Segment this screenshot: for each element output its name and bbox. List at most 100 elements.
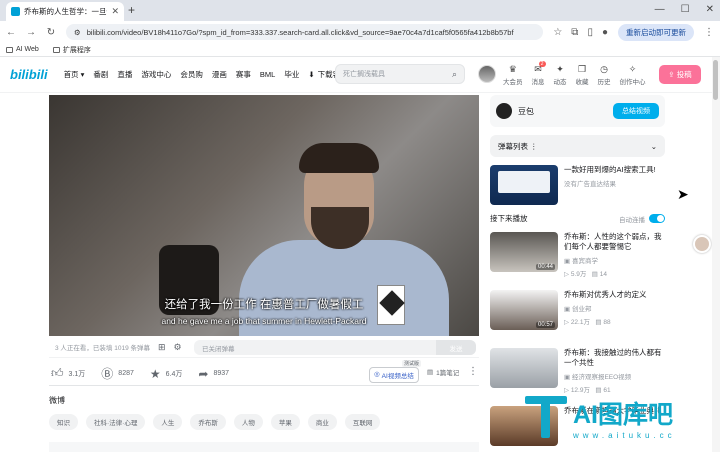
bookmark-star-icon[interactable]: ☆ (553, 27, 562, 38)
list-item[interactable]: 00:57 乔布斯对优秀人才的定义 ▣ 创业邦 ▷ 22.1万 ▤ 88 (490, 290, 665, 340)
tag-list: 知识 社科·法律·心理 人生 乔布斯 人物 苹果 商业 互联网 (49, 414, 381, 430)
new-tab-icon[interactable]: + (128, 3, 135, 17)
list-item[interactable]: 00:44 乔布斯：人性的这个弱点，我们每个人都要警惕它 ▣ 喜宾商学 ▷ 5.… (490, 232, 665, 282)
maximize-icon[interactable]: ☐ (681, 4, 690, 15)
hair-shape (299, 143, 379, 173)
rec-author: ▣ 创业邦 (564, 306, 592, 313)
bookmark-ai-web[interactable]: AI Web (6, 46, 39, 53)
minimize-icon[interactable]: — (655, 4, 665, 15)
bookmark-extensions[interactable]: 扩展程序 (52, 45, 91, 55)
summarize-video-button[interactable]: 总结视频 (613, 103, 659, 119)
share-button[interactable]: ➦ 8937 (198, 367, 229, 381)
mouse-cursor-icon: ➤ (677, 186, 689, 202)
messages-link[interactable]: ✉ 2 消息 (532, 61, 546, 86)
puzzle-icon (52, 46, 60, 53)
doubao-assistant-card: 豆包 总结视频 (490, 95, 665, 127)
danmaku-settings-icon[interactable]: ⚙ (174, 342, 182, 353)
browser-tab[interactable]: 乔布斯的人生哲学：一旦你意 ✕ (6, 2, 124, 21)
danmaku-toggle-icon[interactable]: ⊞ (158, 342, 166, 353)
bilibili-logo[interactable]: bilibili (10, 67, 48, 82)
next-up-row: 接下来播放 自动连播 (490, 213, 665, 224)
video-thumbnail: 00:57 (490, 290, 558, 330)
tag-item[interactable]: 乔布斯 (190, 414, 226, 430)
close-tab-icon[interactable]: ✕ (111, 6, 119, 17)
aituku-logo-icon (525, 395, 567, 440)
rec-title: 乔布斯：我接触过的伟人都有一个共性 (564, 348, 662, 367)
reload-icon[interactable]: ↻ (46, 27, 56, 38)
coin-button[interactable]: Ⓑ 8287 (101, 365, 134, 382)
relaunch-update-button[interactable]: 重新启动即可更新 (618, 23, 694, 41)
user-avatar[interactable] (478, 65, 496, 83)
wind-icon: ✦ (556, 64, 564, 74)
danmaku-input[interactable]: 已关闭弹幕 发送 (194, 340, 476, 355)
creator-center-link[interactable]: ✧ 创作中心 (620, 64, 646, 86)
tag-item[interactable]: 商业 (307, 414, 337, 430)
ad-card[interactable]: 一款好用到爆的AI搜索工具! 没有广告直达结果 (490, 165, 665, 205)
rec-stats: ▷ 22.1万 ▤ 88 (564, 319, 611, 326)
tag-item[interactable]: 知识 (49, 414, 78, 430)
video-player[interactable]: 还给了我一份工作 在惠普工厂做暑假工 and he gave me a job … (49, 95, 479, 336)
vip-link[interactable]: ♛ 大会员 (503, 64, 523, 86)
danmaku-bar: 3 人正在看，已装填 1019 条弹幕 ⊞ ⚙ 已关闭弹幕 发送 (49, 337, 479, 358)
dynamics-link[interactable]: ✦ 动态 (554, 64, 567, 86)
message-badge: 2 (538, 61, 546, 67)
tag-item[interactable]: 社科·法律·心理 (86, 414, 146, 430)
video-action-toolbar: 👍︎ 3.1万 Ⓑ 8287 ★ 6.4万 ➦ 8937 ◎ AI视频总结 测试版 ▤ 1篇… (49, 360, 479, 386)
history-link[interactable]: ◷ 历史 (598, 64, 611, 86)
tag-item[interactable]: 苹果 (270, 414, 300, 430)
toolbar-icons: ☆ ⧉ ▯ ● (553, 27, 608, 38)
extensions-icon[interactable]: ⧉ (571, 27, 578, 38)
rec-author: ▣ 喜宾商学 (564, 258, 598, 265)
url-field[interactable]: ⚙ bilibili.com/video/BV18h411o7Go/?spm_i… (66, 24, 544, 40)
sidepanel-icon[interactable]: ▯ (587, 27, 593, 38)
thumbs-up-icon: 👍︎ (51, 366, 64, 380)
favorites-link[interactable]: ❒ 收藏 (576, 64, 589, 86)
tag-item[interactable]: 人物 (233, 414, 263, 430)
favorite-button[interactable]: ★ 6.4万 (150, 367, 183, 381)
nav-mall[interactable]: 会员购 (180, 69, 203, 80)
subtitle-english: and he gave me a job that summer in Hewl… (161, 316, 367, 326)
nav-esports[interactable]: 赛事 (236, 69, 251, 80)
back-icon[interactable]: ← (6, 27, 16, 38)
bilibili-favicon-icon (11, 7, 20, 16)
folder-icon (6, 46, 13, 53)
share-arrow-icon: ➦ (198, 366, 209, 381)
notes-button[interactable]: ▤ 1篇笔记 (427, 367, 459, 377)
note-icon: ▤ (427, 369, 434, 376)
danmaku-send-button[interactable]: 发送 (436, 340, 476, 355)
nav-live[interactable]: 直播 (117, 69, 132, 80)
menu-icon[interactable]: ⋮ (704, 27, 714, 38)
ai-summary-button[interactable]: ◎ AI视频总结 (369, 367, 419, 383)
scrollbar-thumb[interactable] (713, 60, 718, 100)
search-input[interactable]: 死亡搁浅载具 ⌕ (335, 64, 465, 84)
watermark-url: www.aituku.cc (573, 431, 676, 440)
autoplay-toggle[interactable]: 自动连播 (619, 214, 665, 224)
tag-item[interactable]: 人生 (153, 414, 183, 430)
nav-manga[interactable]: 漫画 (212, 69, 227, 80)
floating-avatar[interactable] (693, 235, 711, 253)
coin-icon: Ⓑ (101, 367, 114, 381)
nav-anime[interactable]: 番剧 (93, 69, 108, 80)
nav-games[interactable]: 游戏中心 (141, 69, 171, 80)
folder-star-icon: ❒ (577, 64, 587, 74)
clock-icon: ◷ (600, 64, 608, 74)
nav-graduation[interactable]: 毕业 (284, 69, 299, 80)
upload-button[interactable]: ⇪ 投稿 (659, 65, 701, 84)
tag-item[interactable]: 互联网 (344, 414, 381, 430)
chevron-down-icon: ⌄ (650, 141, 657, 151)
more-options-icon[interactable]: ⋮ (468, 366, 478, 377)
close-window-icon[interactable]: ✕ (706, 4, 714, 15)
nav-home[interactable]: 首页 ▾ (64, 69, 85, 80)
forward-icon[interactable]: → (26, 27, 36, 38)
comment-area (49, 442, 479, 452)
site-info-icon[interactable]: ⚙ (74, 28, 81, 37)
like-button[interactable]: 👍︎ 3.1万 (51, 366, 85, 381)
search-icon[interactable]: ⌕ (452, 69, 457, 80)
viewer-count: 3 人正在看，已装填 1019 条弹幕 (55, 345, 150, 352)
watermark-title: AI图库吧 (573, 401, 674, 429)
nav-bml[interactable]: BML (260, 70, 275, 79)
profile-icon[interactable]: ● (602, 27, 608, 38)
browser-tab-bar: 乔布斯的人生哲学：一旦你意 ✕ + — ☐ ✕ (0, 0, 720, 21)
video-thumbnail (490, 348, 558, 388)
danmaku-list-toggle[interactable]: 弹幕列表 ⋮ ⌄ (490, 135, 665, 157)
